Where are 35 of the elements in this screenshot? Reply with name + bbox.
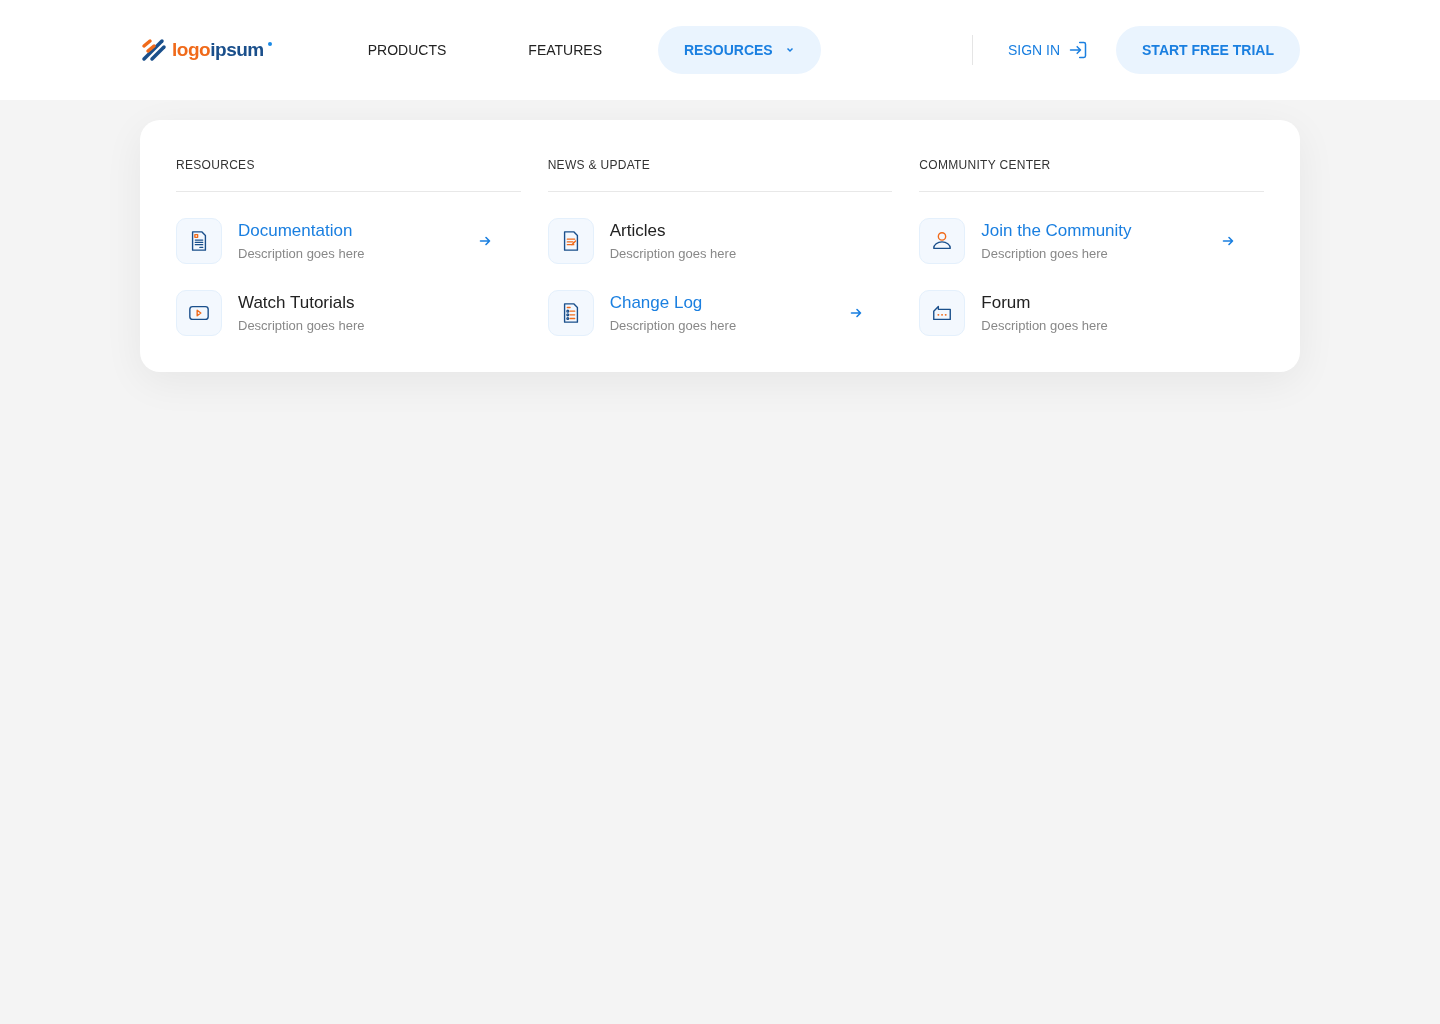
logo[interactable]: logoipsum: [140, 35, 272, 65]
item-description: Description goes here: [238, 244, 365, 263]
item-description: Description goes here: [609, 244, 737, 263]
nav-tab[interactable]: PRODUCTS: [341, 26, 473, 74]
item-title: Documentation: [238, 219, 354, 242]
menu-item[interactable]: Join the Community Description goes here: [919, 218, 1264, 264]
arrow-right-icon: [478, 235, 491, 247]
item-title: Articles: [609, 219, 667, 242]
item-description: Description goes here: [981, 244, 1109, 263]
column-heading: NEWS & UPDATE: [547, 156, 893, 192]
sign-in-icon: [1068, 40, 1089, 60]
logo-icon: [140, 37, 168, 63]
item-description: Description goes here: [238, 316, 365, 335]
logo-wordmark: logoipsum: [172, 37, 264, 62]
start-free-trial-button[interactable]: START FREE TRIAL: [1116, 26, 1300, 74]
arrow-right-icon: [1222, 235, 1234, 247]
item-title: Join the Community: [981, 219, 1132, 242]
column-heading: RESOURCES: [176, 156, 521, 192]
item-description: Description goes here: [981, 316, 1108, 335]
column-heading: COMMUNITY CENTER: [919, 156, 1264, 192]
menu-item[interactable]: Documentation Description goes here: [176, 218, 521, 264]
menu-item[interactable]: Articles Description goes here: [547, 218, 893, 264]
item-title: Change Log: [609, 291, 704, 314]
user-icon: [931, 230, 954, 252]
chevron-down-icon: [784, 45, 795, 55]
item-description: Description goes here: [609, 316, 737, 335]
nav-tab[interactable]: FEATURES: [502, 26, 628, 74]
sign-in-link[interactable]: SIGN IN: [1007, 39, 1089, 61]
menu-item[interactable]: Watch Tutorials Description goes here: [176, 290, 521, 336]
menu-item[interactable]: Change Log Description goes here: [547, 290, 893, 336]
item-title: Forum: [981, 291, 1032, 314]
menu-item[interactable]: Forum Description goes here: [919, 290, 1264, 336]
nav-tab[interactable]: RESOURCES: [658, 26, 821, 74]
arrow-right-icon: [850, 307, 863, 319]
item-title: Watch Tutorials: [238, 291, 356, 314]
